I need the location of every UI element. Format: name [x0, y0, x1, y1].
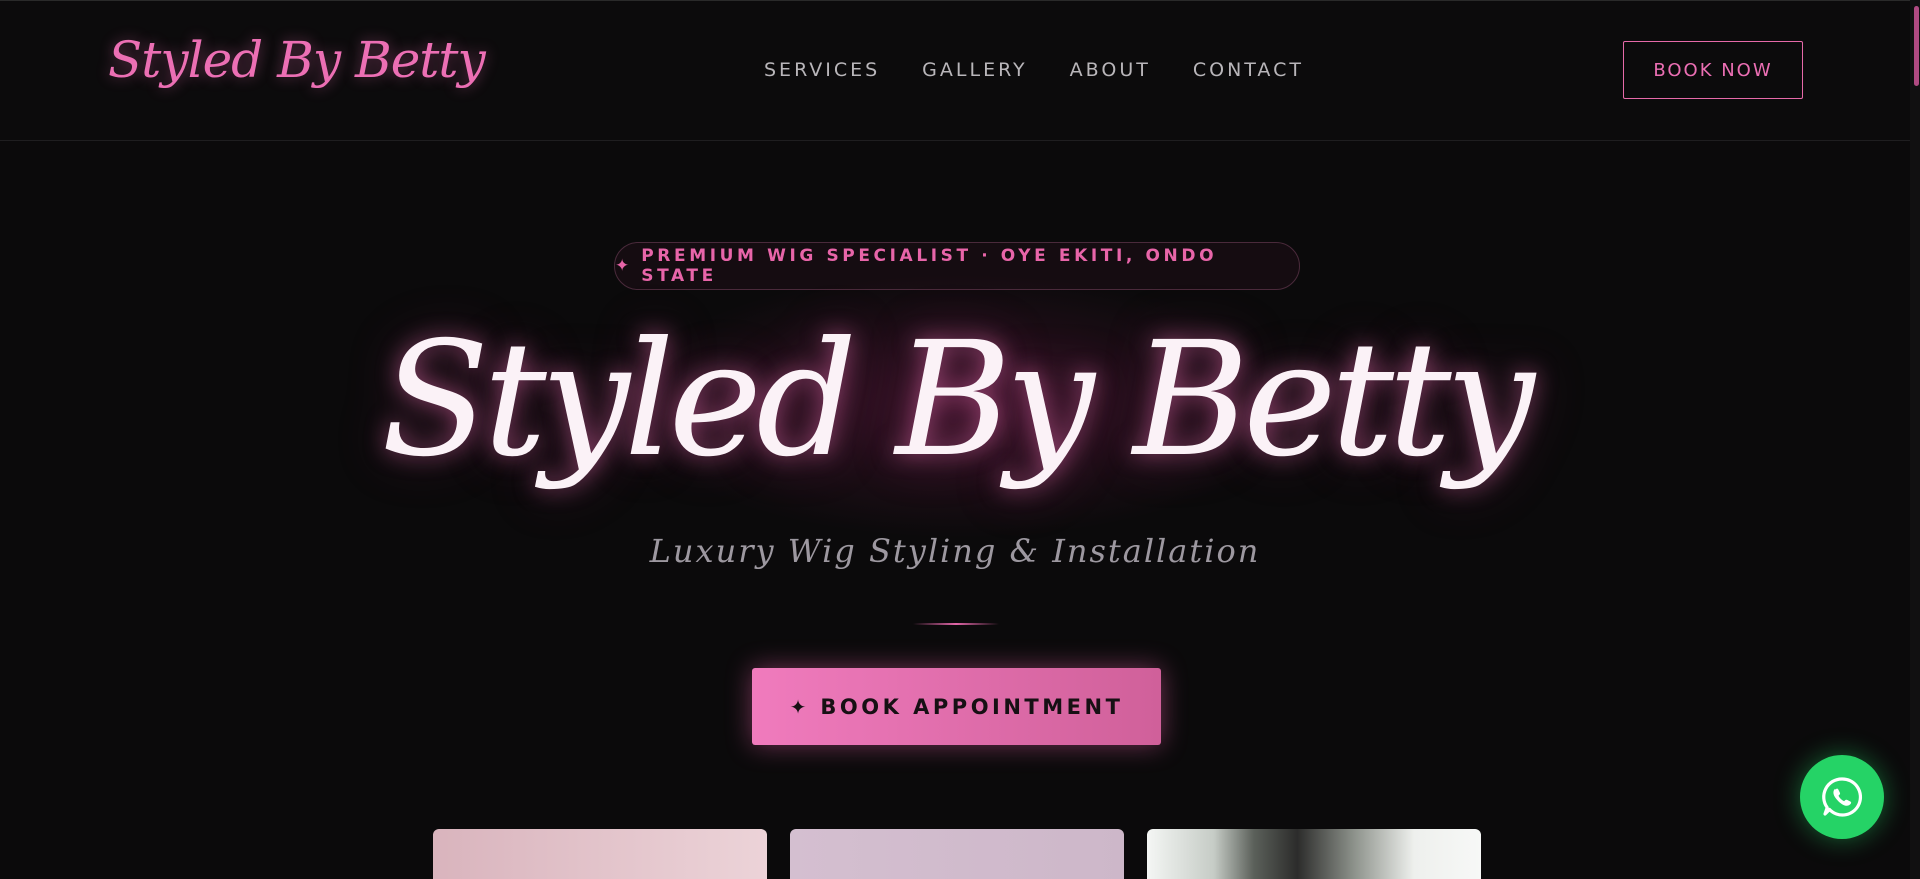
- gallery-card[interactable]: [1147, 829, 1481, 879]
- gallery-card[interactable]: [433, 829, 767, 879]
- scrollbar-track[interactable]: [1910, 0, 1920, 879]
- whatsapp-icon: [1822, 777, 1862, 817]
- scrollbar-thumb[interactable]: [1914, 6, 1919, 86]
- hero-subtitle: Luxury Wig Styling & Installation: [649, 532, 1261, 570]
- sparkle-icon: ✦: [615, 256, 630, 276]
- whatsapp-button[interactable]: [1800, 755, 1884, 839]
- book-appointment-button[interactable]: ✦ BOOK APPOINTMENT: [752, 668, 1161, 745]
- nav-link-contact[interactable]: CONTACT: [1193, 59, 1304, 81]
- book-now-button[interactable]: BOOK NOW: [1623, 41, 1803, 99]
- navbar: Styled By Betty SERVICES GALLERY ABOUT C…: [0, 1, 1910, 141]
- sparkle-icon: ✦: [789, 694, 807, 719]
- nav-links: SERVICES GALLERY ABOUT CONTACT: [764, 59, 1304, 81]
- hero-title: Styled By Betty: [381, 308, 1535, 492]
- divider: [913, 623, 999, 625]
- gallery-card[interactable]: [790, 829, 1124, 879]
- page: Styled By Betty SERVICES GALLERY ABOUT C…: [0, 0, 1920, 879]
- location-badge: ✦ PREMIUM WIG SPECIALIST · OYE EKITI, ON…: [614, 242, 1300, 290]
- nav-link-services[interactable]: SERVICES: [764, 59, 880, 81]
- nav-link-gallery[interactable]: GALLERY: [922, 59, 1028, 81]
- site-logo[interactable]: Styled By Betty: [108, 31, 486, 89]
- badge-text: PREMIUM WIG SPECIALIST · OYE EKITI, ONDO…: [641, 246, 1218, 286]
- book-appointment-label: BOOK APPOINTMENT: [820, 694, 1124, 719]
- nav-link-about[interactable]: ABOUT: [1070, 59, 1151, 81]
